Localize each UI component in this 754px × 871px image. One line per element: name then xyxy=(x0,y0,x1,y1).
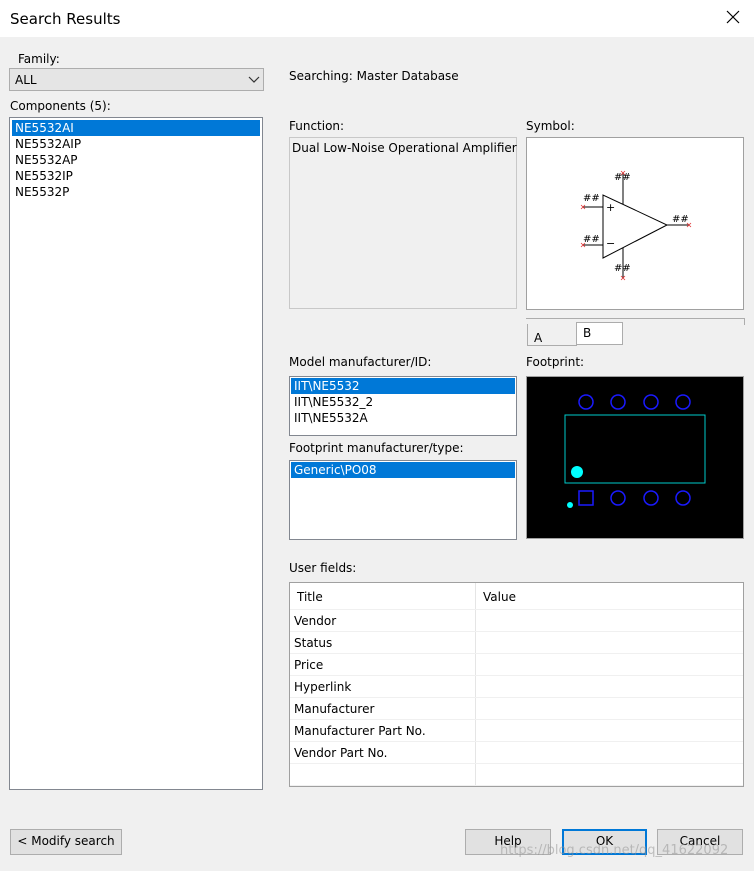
tab-a[interactable]: A xyxy=(527,324,577,346)
plus-sign: + xyxy=(606,201,615,214)
field-title-cell: Manufacturer Part No. xyxy=(290,719,476,742)
model-list-item[interactable]: IIT\NE5532 xyxy=(291,378,515,394)
tab-a-label: A xyxy=(534,331,543,345)
field-title-cell: Manufacturer xyxy=(290,697,476,720)
footprint-type-label: Footprint manufacturer/type: xyxy=(289,441,464,455)
symbol-label: Symbol: xyxy=(526,119,575,133)
minus-sign: − xyxy=(606,237,615,250)
user-fields-table: Title Value Vendor Status Price Hyperlink Ma… xyxy=(290,583,743,786)
family-value: ALL xyxy=(15,73,37,87)
ok-button[interactable]: OK xyxy=(562,829,647,855)
field-value-cell[interactable] xyxy=(475,631,743,654)
footprint-pad xyxy=(643,490,659,506)
footprint-pad xyxy=(610,490,626,506)
pin-label: ## xyxy=(614,172,631,183)
field-value-cell[interactable] xyxy=(475,653,743,676)
user-fields-label: User fields: xyxy=(289,561,357,575)
field-value-cell[interactable] xyxy=(475,763,743,786)
family-dropdown[interactable]: ALL xyxy=(9,68,264,91)
table-row[interactable]: Hyperlink xyxy=(290,675,743,698)
table-row[interactable]: Status xyxy=(290,631,743,654)
footprint-outline xyxy=(564,414,706,484)
modify-search-button[interactable]: < Modify search xyxy=(10,829,122,855)
table-row[interactable]: Vendor xyxy=(290,609,743,632)
title-bar: Search Results xyxy=(0,0,754,37)
component-list-item[interactable]: NE5532AP xyxy=(12,152,260,168)
model-list[interactable]: IIT\NE5532 IIT\NE5532_2 IIT\NE5532A xyxy=(289,376,517,436)
component-list-item[interactable]: NE5532P xyxy=(12,184,260,200)
table-row[interactable]: Manufacturer Part No. xyxy=(290,719,743,742)
user-fields-grid[interactable]: Title Value Vendor Status Price Hyperlink Ma… xyxy=(289,582,744,787)
footprint-type-list-item[interactable]: Generic\PO08 xyxy=(291,462,515,478)
footprint-type-list[interactable]: Generic\PO08 xyxy=(289,460,517,540)
window-title: Search Results xyxy=(10,10,121,28)
pin-label: ## xyxy=(672,214,689,225)
footprint-drawing xyxy=(564,394,706,508)
table-row[interactable]: Price xyxy=(290,653,743,676)
column-header-title[interactable]: Title xyxy=(290,583,476,610)
field-title-cell: Vendor xyxy=(290,609,476,632)
cancel-button[interactable]: Cancel xyxy=(657,829,743,855)
component-list-item[interactable]: NE5532AIP xyxy=(12,136,260,152)
model-label: Model manufacturer/ID: xyxy=(289,355,432,369)
table-row[interactable] xyxy=(290,763,743,786)
footprint-pad xyxy=(675,394,691,410)
family-label: Family: xyxy=(18,52,60,66)
components-label: Components (5): xyxy=(10,99,111,113)
pin1-dot xyxy=(567,502,573,508)
field-title-cell xyxy=(290,763,476,786)
chevron-down-icon xyxy=(248,76,260,83)
pin-label: ## xyxy=(583,193,600,204)
footprint-pad xyxy=(578,394,594,410)
field-title-cell: Vendor Part No. xyxy=(290,741,476,764)
searching-text: Searching: Master Database xyxy=(289,69,459,83)
table-row[interactable]: Vendor Part No. xyxy=(290,741,743,764)
field-value-cell[interactable] xyxy=(475,675,743,698)
field-value-cell[interactable] xyxy=(475,697,743,720)
field-value-cell[interactable] xyxy=(475,741,743,764)
pin-label: ## xyxy=(583,234,600,245)
field-title-cell: Price xyxy=(290,653,476,676)
pin1-marker xyxy=(571,466,583,478)
footprint-pad xyxy=(610,394,626,410)
tab-b[interactable]: B xyxy=(576,322,623,345)
footprint-pad xyxy=(675,490,691,506)
footprint-label: Footprint: xyxy=(526,355,585,369)
field-title-cell: Hyperlink xyxy=(290,675,476,698)
components-list[interactable]: NE5532AI NE5532AIP NE5532AP NE5532IP NE5532P xyxy=(9,117,263,790)
function-label: Function: xyxy=(289,119,345,133)
field-value-cell[interactable] xyxy=(475,609,743,632)
table-row[interactable]: Manufacturer xyxy=(290,697,743,720)
field-title-cell: Status xyxy=(290,631,476,654)
footprint-preview xyxy=(526,376,744,539)
table-header-row: Title Value xyxy=(290,583,743,610)
component-list-item[interactable]: NE5532AI xyxy=(12,120,260,136)
component-list-item[interactable]: NE5532IP xyxy=(12,168,260,184)
field-value-cell[interactable] xyxy=(475,719,743,742)
function-box: Dual Low-Noise Operational Amplifier xyxy=(289,137,517,309)
model-list-item[interactable]: IIT\NE5532_2 xyxy=(291,394,515,410)
pin-label: ## xyxy=(614,263,631,274)
tab-b-label: B xyxy=(583,326,592,340)
column-header-value[interactable]: Value xyxy=(475,583,743,610)
opamp-symbol: + − ## ## ## ## ## xyxy=(580,170,692,281)
footprint-pad xyxy=(643,394,659,410)
help-button[interactable]: Help xyxy=(465,829,551,855)
footprint-pad-square xyxy=(578,490,594,506)
function-text: Dual Low-Noise Operational Amplifier xyxy=(292,141,517,155)
close-icon[interactable] xyxy=(724,8,742,26)
symbol-preview: + − ## ## ## ## ## xyxy=(526,137,744,310)
model-list-item[interactable]: IIT\NE5532A xyxy=(291,410,515,426)
